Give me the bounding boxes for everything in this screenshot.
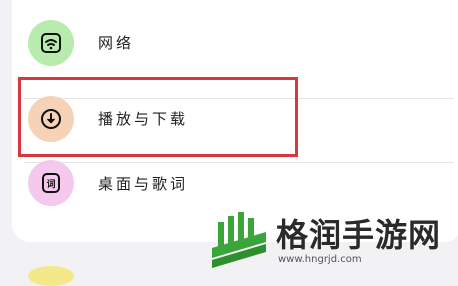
watermark: 格润手游网 www.hngrjd.com: [206, 206, 456, 272]
settings-item-network[interactable]: 网络: [12, 0, 458, 66]
next-item-icon: [28, 266, 74, 286]
settings-item-label: 网络: [98, 34, 135, 52]
lyrics-icon: 词: [28, 160, 74, 206]
highlight-box: [18, 77, 298, 157]
watermark-url: www.hngrjd.com: [278, 254, 362, 265]
watermark-title: 格润手游网: [276, 216, 442, 254]
watermark-logo-icon: [212, 212, 266, 268]
settings-item-label: 桌面与歌词: [98, 175, 189, 193]
svg-text:词: 词: [46, 178, 55, 190]
wifi-icon: [28, 20, 74, 66]
